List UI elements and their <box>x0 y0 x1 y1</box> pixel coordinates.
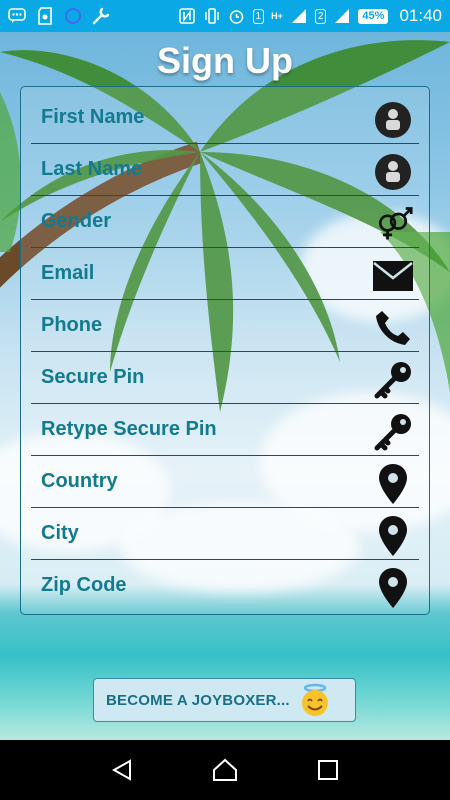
key-icon <box>373 412 413 452</box>
sync-icon <box>64 7 82 25</box>
phone-icon <box>373 308 413 348</box>
map-pin-icon <box>373 464 413 504</box>
clock: 01:40 <box>399 6 442 25</box>
home-icon[interactable] <box>210 755 240 785</box>
user-icon <box>373 100 413 140</box>
sd-card-icon <box>36 7 54 25</box>
phone-field[interactable]: Phone <box>31 300 419 352</box>
mail-icon <box>373 256 413 296</box>
map-pin-icon <box>373 568 413 608</box>
secure-pin-label: Secure Pin <box>41 366 145 388</box>
phone-label: Phone <box>41 314 103 336</box>
last-name-field[interactable]: Last Name <box>31 144 419 196</box>
city-label: City <box>41 522 79 544</box>
battery-level: 45% <box>358 8 389 24</box>
network-type: H+ <box>271 11 283 21</box>
recent-apps-icon[interactable] <box>313 755 343 785</box>
email-field[interactable]: Email <box>31 248 419 300</box>
gender-field[interactable]: Gender <box>31 196 419 248</box>
zip-code-field[interactable]: Zip Code <box>31 560 419 612</box>
sim2-badge: 2 <box>314 8 327 24</box>
city-field[interactable]: City <box>31 508 419 560</box>
first-name-field[interactable]: First Name <box>31 92 419 144</box>
system-navigation-bar <box>0 740 450 800</box>
become-joyboxer-button[interactable]: BECOME A JOYBOXER... <box>93 678 356 722</box>
back-icon[interactable] <box>107 755 137 785</box>
signal-icon <box>290 7 308 25</box>
email-label: Email <box>41 262 95 284</box>
map-pin-icon <box>373 516 413 556</box>
nfc-icon <box>178 7 196 25</box>
country-label: Country <box>41 470 118 492</box>
gender-label: Gender <box>41 210 112 232</box>
signal-icon <box>333 7 351 25</box>
angel-smiley-icon <box>298 683 332 717</box>
country-field[interactable]: Country <box>31 456 419 508</box>
page-title: Sign Up <box>157 40 293 81</box>
retype-secure-pin-label: Retype Secure Pin <box>41 418 217 440</box>
user-icon <box>373 152 413 192</box>
vibrate-icon <box>203 7 221 25</box>
last-name-label: Last Name <box>41 158 143 180</box>
retype-secure-pin-field[interactable]: Retype Secure Pin <box>31 404 419 456</box>
signup-form: First Name Last Name Gender Email Phone … <box>20 86 430 615</box>
secure-pin-field[interactable]: Secure Pin <box>31 352 419 404</box>
zip-code-label: Zip Code <box>41 574 127 596</box>
key-icon <box>373 360 413 400</box>
gender-icon <box>373 204 413 244</box>
become-joyboxer-label: BECOME A JOYBOXER... <box>106 691 290 709</box>
sim1-badge: 1 <box>252 8 265 24</box>
alarm-icon <box>228 7 246 25</box>
first-name-label: First Name <box>41 106 145 128</box>
status-bar: 1 H+ 2 45% 01:40 <box>0 0 450 32</box>
wrench-icon <box>92 7 110 25</box>
chat-notification-icon <box>8 7 26 25</box>
